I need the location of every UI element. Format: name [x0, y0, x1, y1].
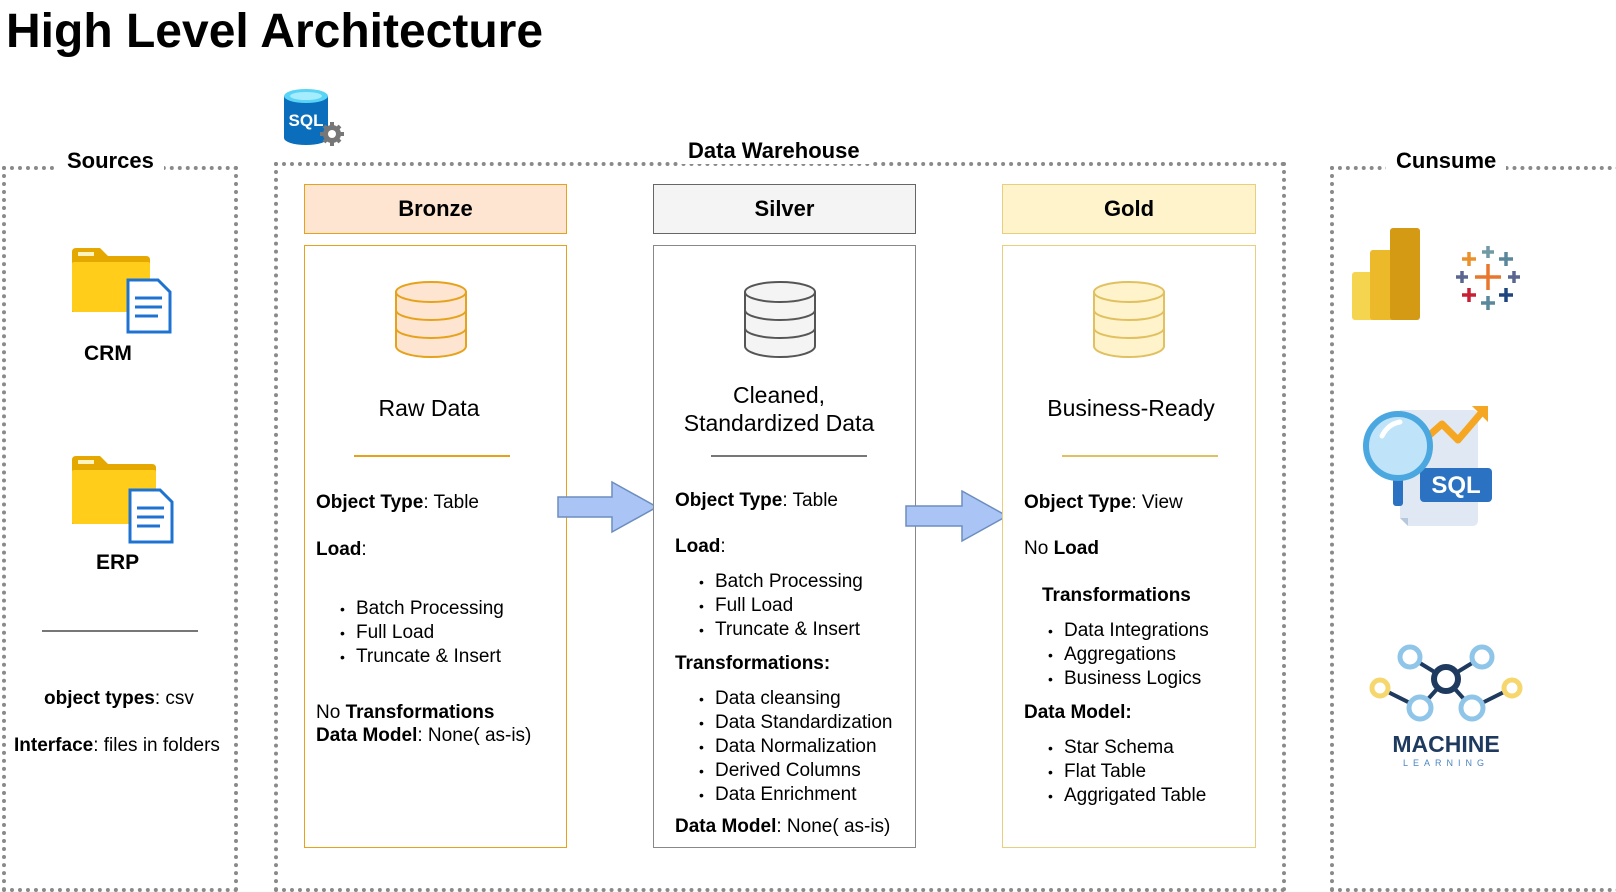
list-item: Data Enrichment [695, 783, 892, 807]
gold-load: No Load [1024, 538, 1099, 559]
list-item: Aggregations [1044, 643, 1209, 667]
gold-transformations-label: Transformations [1042, 585, 1191, 606]
silver-transformations-label: Transformations: [675, 653, 831, 674]
gold-data-model-label: Data Model: [1024, 702, 1132, 723]
bronze-to-silver-arrow [556, 480, 660, 534]
list-item: Truncate & Insert [336, 645, 504, 669]
bronze-divider [354, 455, 510, 457]
bronze-header: Bronze [304, 184, 567, 234]
interface-text: Interface: files in folders [14, 735, 220, 756]
silver-description-line2: Standardized Data [683, 410, 875, 436]
sql-server-label: SQL [289, 111, 324, 130]
machine-learning-title: MACHINE [1392, 731, 1499, 757]
bronze-load-list: Batch Processing Full Load Truncate & In… [336, 597, 504, 669]
bronze-data-model: Data Model: None( as-is) [316, 725, 532, 746]
gold-description: Business-Ready [1047, 395, 1215, 421]
bronze-transformations: No Transformations [316, 702, 495, 723]
bronze-object-type: Object Type: Table [316, 492, 479, 513]
power-bi-icon [1350, 226, 1424, 322]
machine-learning-icon: MACHINE LEARNING [1368, 642, 1524, 770]
list-item: Star Schema [1044, 736, 1206, 760]
silver-divider [711, 455, 867, 457]
page-title: High Level Architecture [6, 5, 544, 58]
sql-analytics-icon: SQL [1362, 402, 1496, 530]
list-item: Data Normalization [695, 735, 892, 759]
gold-object-type: Object Type: View [1024, 492, 1183, 513]
tableau-icon [1454, 244, 1522, 312]
data-warehouse-label: Data Warehouse [678, 138, 870, 164]
silver-transformations-list: Data cleansing Data Standardization Data… [695, 687, 892, 807]
silver-description-line1: Cleaned, [732, 382, 826, 408]
silver-description: Cleaned, Standardized Data [653, 381, 905, 437]
gold-transformations-list: Data Integrations Aggregations Business … [1044, 619, 1209, 691]
bronze-database-icon [394, 280, 468, 360]
sql-badge-text: SQL [1431, 472, 1480, 499]
list-item: Business Logics [1044, 667, 1209, 691]
sources-label: Sources [57, 148, 164, 174]
silver-header: Silver [653, 184, 916, 234]
list-item: Batch Processing [336, 597, 504, 621]
list-item: Full Load [695, 594, 863, 618]
silver-to-gold-arrow [904, 489, 1010, 543]
list-item: Derived Columns [695, 759, 892, 783]
gold-header: Gold [1002, 184, 1256, 234]
list-item: Flat Table [1044, 760, 1206, 784]
list-item: Full Load [336, 621, 504, 645]
sources-divider [42, 630, 198, 632]
list-item: Data cleansing [695, 687, 892, 711]
silver-object-type: Object Type: Table [675, 490, 838, 511]
silver-load-label: Load: [675, 536, 726, 557]
consume-label: Cunsume [1386, 148, 1507, 174]
erp-label: ERP [96, 551, 140, 574]
crm-label: CRM [84, 342, 132, 365]
list-item: Data Standardization [695, 711, 892, 735]
silver-load-list: Batch Processing Full Load Truncate & In… [695, 570, 863, 642]
bronze-description: Raw Data [378, 395, 480, 421]
list-item: Batch Processing [695, 570, 863, 594]
silver-data-model: Data Model: None( as-is) [675, 816, 891, 837]
gold-divider [1062, 455, 1218, 457]
sql-server-icon: SQL [280, 86, 350, 150]
crm-folder-icon [70, 246, 174, 334]
gold-data-model-list: Star Schema Flat Table Aggrigated Table [1044, 736, 1206, 808]
gold-database-icon [1092, 280, 1166, 360]
machine-learning-subtitle: LEARNING [1403, 758, 1489, 768]
list-item: Aggrigated Table [1044, 784, 1206, 808]
bronze-load-label: Load: [316, 539, 367, 560]
silver-database-icon [743, 280, 817, 360]
erp-folder-icon [70, 454, 176, 544]
list-item: Truncate & Insert [695, 618, 863, 642]
object-types-text: object types: csv [44, 688, 194, 709]
list-item: Data Integrations [1044, 619, 1209, 643]
